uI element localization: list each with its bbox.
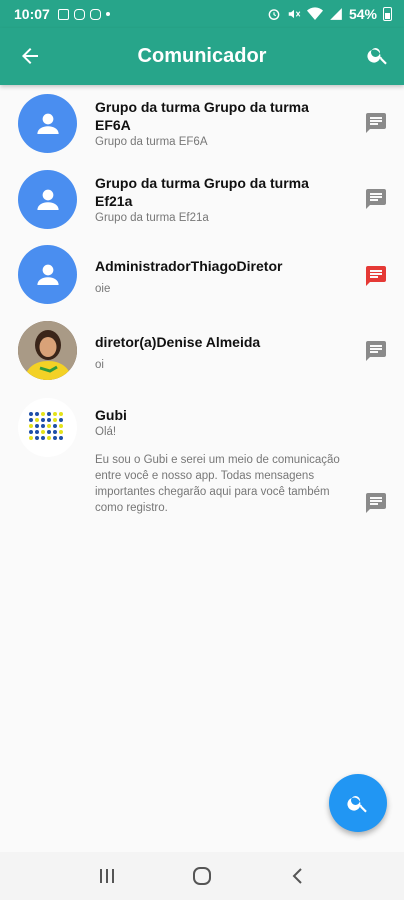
avatar bbox=[18, 170, 77, 229]
conversation-subtitle: Grupo da turma Ef21a bbox=[95, 212, 209, 224]
person-icon bbox=[36, 113, 59, 134]
conversation-name: diretor(a)Denise Almeida bbox=[95, 334, 261, 350]
message-icon[interactable] bbox=[364, 491, 388, 515]
battery-icon bbox=[383, 7, 392, 21]
conversation-subtitle: oie bbox=[95, 283, 111, 295]
message-icon[interactable] bbox=[364, 339, 388, 363]
status-bar: 10:07 54% bbox=[0, 0, 404, 28]
conversation-name: Grupo da turma Grupo da turma Ef21a bbox=[95, 175, 309, 209]
signal-icon bbox=[330, 8, 342, 20]
mute-icon bbox=[288, 9, 301, 19]
gallery-icon bbox=[57, 8, 69, 20]
search-icon[interactable] bbox=[366, 43, 390, 67]
conversation-item[interactable]: AdministradorThiagoDiretor oie bbox=[0, 245, 404, 304]
instagram-icon bbox=[89, 8, 101, 20]
conversation-name: AdministradorThiagoDiretor bbox=[95, 258, 283, 274]
status-right: 54% bbox=[267, 6, 392, 22]
search-fab[interactable] bbox=[329, 774, 387, 832]
battery-percentage: 54% bbox=[348, 6, 377, 22]
recent-apps-button[interactable] bbox=[93, 862, 121, 890]
conversation-subtitle: Grupo da turma EF6A bbox=[95, 136, 208, 148]
notification-icons bbox=[57, 8, 110, 20]
recent-apps-icon bbox=[100, 869, 115, 883]
more-notifications-icon bbox=[105, 12, 110, 16]
home-icon bbox=[192, 867, 211, 885]
search-icon bbox=[347, 796, 367, 813]
message-icon[interactable] bbox=[364, 264, 388, 288]
avatar bbox=[18, 321, 77, 380]
conversation-item[interactable]: Gubi Olá! Eu sou o Gubi e serei um meio … bbox=[0, 398, 404, 516]
instagram-icon bbox=[73, 8, 85, 20]
app-bar: Comunicador bbox=[0, 28, 404, 85]
person-icon bbox=[36, 189, 59, 210]
message-icon[interactable] bbox=[364, 111, 388, 135]
conversation-name: Gubi bbox=[95, 407, 127, 423]
back-button[interactable] bbox=[283, 862, 311, 890]
status-time: 10:07 bbox=[14, 6, 50, 22]
conversation-description: Eu sou o Gubi e serei um meio de comunic… bbox=[95, 454, 340, 514]
conversation-subtitle: oi bbox=[95, 359, 104, 371]
gubi-logo bbox=[29, 412, 63, 440]
home-button[interactable] bbox=[188, 862, 216, 890]
person-icon bbox=[36, 264, 59, 285]
conversation-item[interactable]: diretor(a)Denise Almeida oi bbox=[0, 321, 404, 380]
alarm-icon bbox=[268, 9, 280, 20]
page-title: Comunicador bbox=[137, 45, 267, 67]
profile-photo bbox=[18, 321, 77, 380]
message-icon[interactable] bbox=[364, 187, 388, 211]
conversation-item[interactable]: Grupo da turma Grupo da turma EF6A Grupo… bbox=[0, 94, 404, 153]
system-nav-bar bbox=[0, 852, 404, 900]
conversation-name: Grupo da turma Grupo da turma EF6A bbox=[95, 99, 309, 133]
avatar bbox=[18, 398, 77, 457]
conversation-subtitle: Olá! bbox=[95, 426, 117, 438]
back-chevron-icon bbox=[292, 868, 302, 884]
conversation-item[interactable]: Grupo da turma Grupo da turma Ef21a Grup… bbox=[0, 170, 404, 229]
avatar bbox=[18, 245, 77, 304]
wifi-icon bbox=[306, 7, 323, 20]
avatar bbox=[18, 94, 77, 153]
